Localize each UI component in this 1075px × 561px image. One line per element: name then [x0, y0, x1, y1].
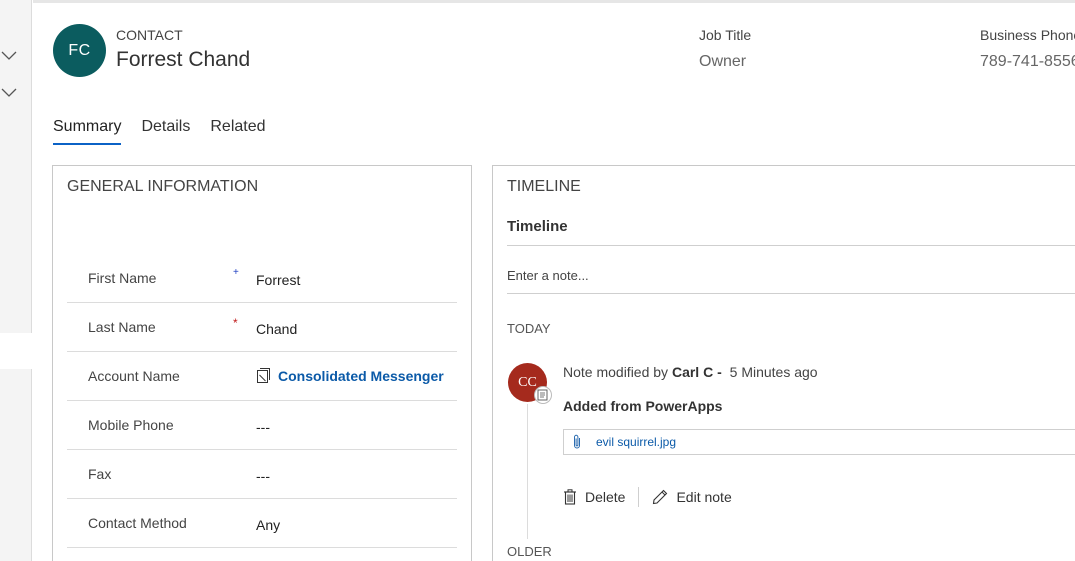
record-name: Forrest Chand: [116, 48, 251, 71]
pencil-icon: [653, 489, 668, 505]
timeline-connector: [527, 404, 528, 539]
tab-summary[interactable]: Summary: [53, 118, 122, 145]
field-fax[interactable]: Fax ---: [67, 450, 457, 499]
general-information-section: GENERAL INFORMATION First Name + Forrest…: [52, 165, 472, 561]
field-mobile-phone[interactable]: Mobile Phone ---: [67, 401, 457, 450]
timeline-section: TIMELINE Timeline TODAY CC Note modified…: [492, 165, 1075, 561]
note-timestamp: 5 Minutes ago: [729, 364, 818, 380]
top-border: [33, 0, 1075, 3]
group-label-today: TODAY: [507, 321, 551, 336]
field-value[interactable]: Chand: [256, 321, 297, 337]
field-label: Fax: [88, 466, 112, 482]
paperclip-icon: [574, 434, 580, 449]
account-lookup-link[interactable]: Consolidated Messenger: [256, 367, 444, 384]
account-name-text: Consolidated Messenger: [278, 367, 444, 384]
header-field-label: Business Phone: [980, 27, 1075, 43]
field-value[interactable]: Any: [256, 517, 280, 533]
field-label: Last Name: [88, 319, 156, 335]
header-field-value[interactable]: 789-741-8556: [980, 53, 1075, 71]
note-title: Added from PowerApps: [563, 398, 723, 414]
field-first-name[interactable]: First Name + Forrest: [67, 254, 457, 303]
timeline-subtitle: Timeline: [507, 218, 568, 235]
section-title: TIMELINE: [507, 178, 581, 195]
main-form: FC CONTACT Forrest Chand Job Title Owner…: [33, 0, 1075, 561]
entity-type-label: CONTACT: [116, 27, 183, 43]
header-field-value[interactable]: Owner: [699, 53, 751, 71]
selected-nav-item[interactable]: [0, 333, 32, 369]
business-recommended-indicator: +: [233, 267, 239, 278]
field-value[interactable]: Forrest: [256, 272, 300, 288]
group-label-older: OLDER: [507, 544, 552, 559]
edit-note-label: Edit note: [676, 489, 732, 505]
left-navigation: [0, 0, 32, 561]
section-title: GENERAL INFORMATION: [67, 178, 259, 195]
trash-icon: [564, 489, 576, 505]
tab-details[interactable]: Details: [141, 118, 190, 145]
note-attachment[interactable]: evil squirrel.jpg: [563, 429, 1075, 455]
contact-avatar: FC: [53, 24, 106, 77]
required-indicator: *: [233, 316, 238, 330]
field-label: First Name: [88, 270, 157, 286]
field-label: Mobile Phone: [88, 417, 174, 433]
note-author[interactable]: Carl C -: [672, 364, 722, 380]
divider: [507, 245, 1075, 246]
note-type-badge: [534, 386, 552, 404]
note-header: Note modified by Carl C - 5 Minutes ago: [563, 364, 818, 380]
field-label: Account Name: [88, 368, 180, 384]
note-input[interactable]: [507, 258, 1075, 294]
chevron-down-icon[interactable]: [0, 48, 20, 62]
header-field-business-phone: Business Phone 789-741-8556: [980, 27, 1075, 71]
form-tabs: Summary Details Related: [53, 118, 286, 145]
field-value[interactable]: ---: [256, 419, 270, 435]
edit-note-button[interactable]: Edit note: [652, 489, 732, 505]
field-value[interactable]: ---: [256, 468, 270, 484]
note-actions: Delete Edit note: [563, 487, 732, 507]
action-divider: [638, 487, 640, 507]
account-record-icon: [257, 368, 270, 383]
note-icon: [537, 389, 548, 401]
tab-related[interactable]: Related: [210, 118, 265, 145]
header-field-label: Job Title: [699, 27, 752, 43]
field-last-name[interactable]: Last Name * Chand: [67, 303, 457, 352]
header-field-job-title: Job Title Owner: [699, 27, 751, 71]
chevron-down-icon[interactable]: [0, 85, 20, 99]
attachment-filename[interactable]: evil squirrel.jpg: [596, 435, 676, 449]
delete-note-button[interactable]: Delete: [563, 489, 625, 505]
note-header-prefix: Note modified by: [563, 364, 669, 380]
delete-label: Delete: [585, 489, 626, 505]
field-label: Contact Method: [88, 515, 187, 531]
field-contact-method[interactable]: Contact Method Any: [67, 499, 457, 548]
field-account-name[interactable]: Account Name Consolidated Messenger: [67, 352, 457, 401]
